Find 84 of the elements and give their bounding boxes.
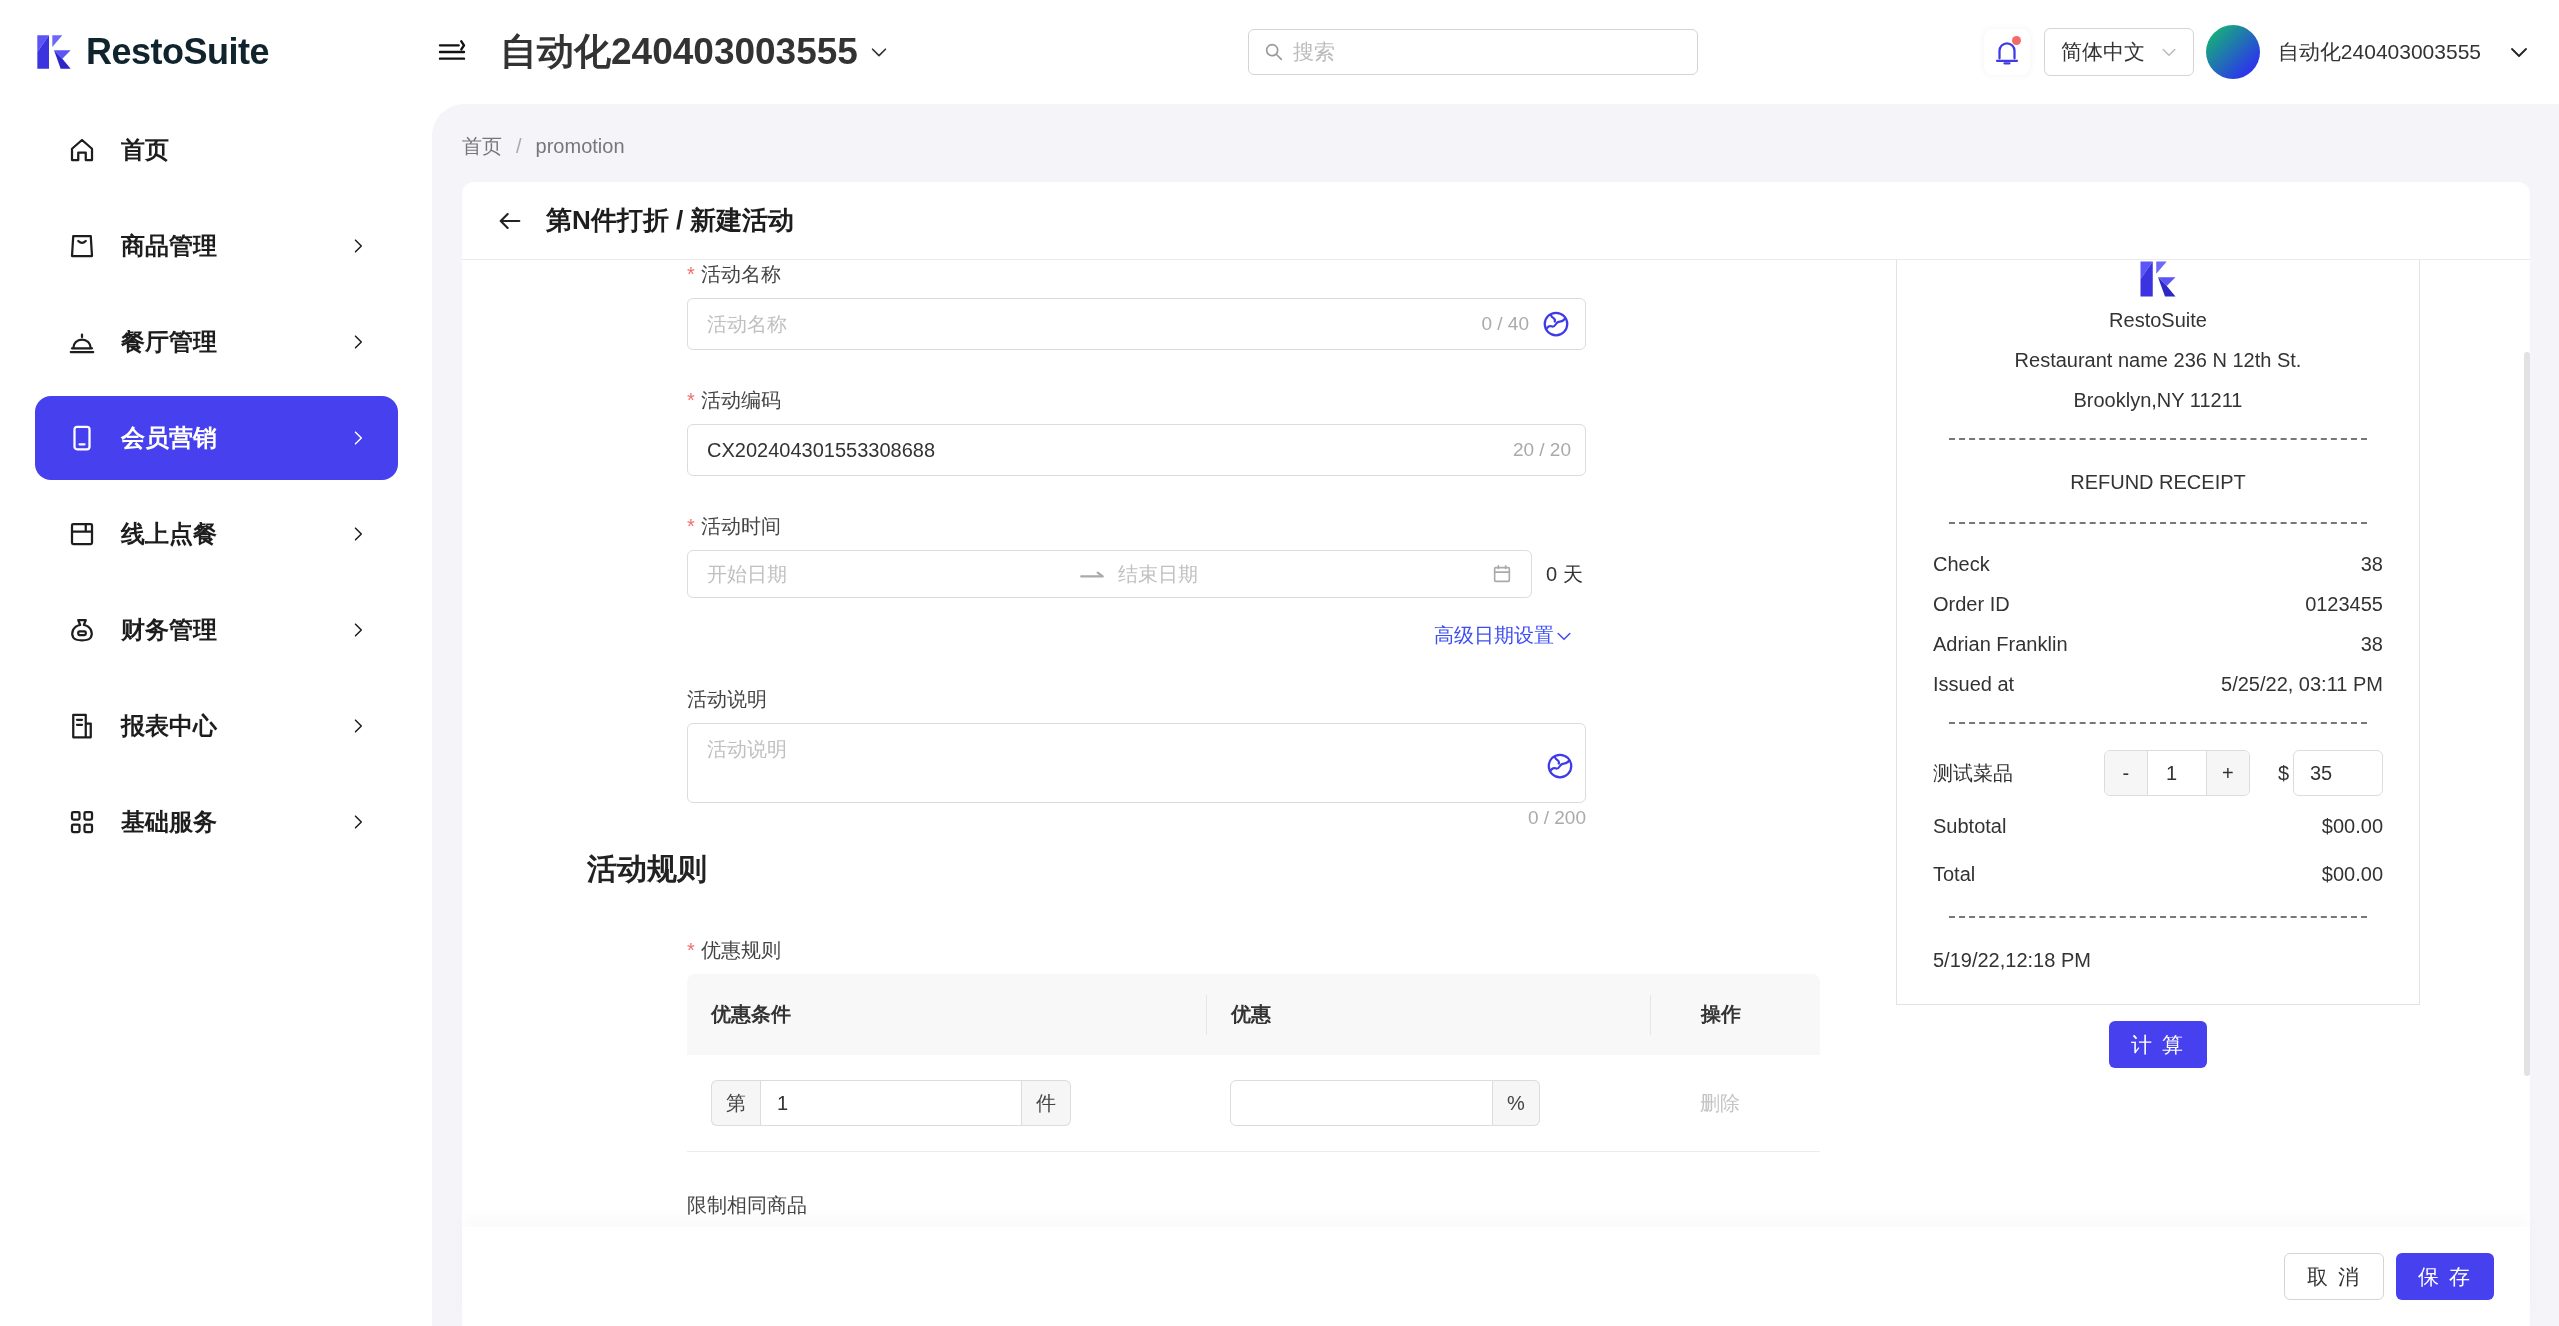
input-addon: 第 <box>711 1080 760 1126</box>
address-line: Restaurant name 236 N 12th St. <box>2013 348 2303 373</box>
receipt-value: 38 <box>2360 632 2383 657</box>
scrollbar[interactable] <box>2524 352 2530 1076</box>
receipt-value: 38 <box>2360 552 2383 577</box>
decrement-button[interactable]: - <box>2104 751 2147 795</box>
receipt-label: Check <box>1933 552 1990 577</box>
date-range-field[interactable]: 开始日期 结束日期 <box>687 550 1532 598</box>
field-label: 活动名称 <box>700 262 781 287</box>
char-counter: 20 / 20 <box>1512 439 1571 461</box>
increment-button[interactable]: + <box>2206 751 2249 795</box>
calendar-icon <box>1491 563 1513 585</box>
discount-field[interactable] <box>1230 1080 1493 1126</box>
breadcrumb-item: promotion <box>535 134 625 158</box>
day-count: 0 天 <box>1546 561 1583 587</box>
sidebar-item[interactable]: 财务管理 <box>35 588 398 672</box>
globe-icon[interactable] <box>1545 751 1575 781</box>
item-name: 测试菜品 <box>1933 761 2013 786</box>
search-field[interactable]: 搜索 <box>1248 29 1698 75</box>
description-field[interactable]: 活动说明 <box>687 723 1586 803</box>
sidebar-item[interactable]: 会员营销 <box>35 396 398 480</box>
receipt-label: Subtotal <box>1933 814 2007 839</box>
field-label: 优惠规则 <box>700 938 781 963</box>
receipt-time: 5/19/22,12:18 PM <box>1933 948 2092 973</box>
globe-icon[interactable] <box>1541 309 1571 339</box>
sidebar-item[interactable]: 商品管理 <box>35 204 398 288</box>
breadcrumb-item[interactable]: 首页 <box>462 132 502 160</box>
quantity-field[interactable]: 1 <box>2146 751 2207 795</box>
sidebar-item[interactable]: 基础服务 <box>35 780 398 864</box>
input-addon: % <box>1493 1080 1540 1126</box>
end-date-input[interactable]: 结束日期 <box>1116 561 1479 587</box>
sidebar-item[interactable]: 餐厅管理 <box>35 300 398 384</box>
calculate-button[interactable]: 计 算 <box>2109 1021 2207 1068</box>
text-input[interactable]: CX202404301553308688 <box>705 437 1501 463</box>
text-field[interactable]: CX202404301553308688 20 / 20 <box>687 424 1586 476</box>
search-icon <box>1263 41 1285 63</box>
receipt-value: 5/25/22, 03:11 PM <box>2221 672 2383 697</box>
breadcrumb-separator: / <box>516 134 522 158</box>
save-button[interactable]: 保 存 <box>2396 1253 2494 1300</box>
avatar[interactable] <box>2205 25 2260 79</box>
quantity-stepper[interactable]: - 1 + <box>2103 750 2250 796</box>
text-input[interactable]: 活动名称 <box>705 311 1470 337</box>
store-switcher[interactable]: 自动化240403003555 <box>500 27 890 77</box>
receipt-title: REFUND RECEIPT <box>2069 470 2247 495</box>
start-date-input[interactable]: 开始日期 <box>705 561 1068 587</box>
receipt-label: Order ID <box>1933 592 2010 617</box>
receipt-value: $00.00 <box>2321 862 2383 887</box>
required-mark: * <box>687 514 695 539</box>
receipt-value: 0123455 <box>2305 592 2383 617</box>
column-header: 优惠条件 <box>711 1002 791 1027</box>
currency-sign: $ <box>2277 761 2289 786</box>
required-mark: * <box>687 388 695 413</box>
section-title: 活动规则 <box>587 851 708 887</box>
column-header: 优惠 <box>1231 1002 1271 1027</box>
receipt-value: $00.00 <box>2321 814 2383 839</box>
char-counter: 0 / 40 <box>1481 313 1529 335</box>
user-name[interactable]: 自动化240403003555 <box>2277 38 2481 66</box>
required-mark: * <box>687 262 695 287</box>
field-label: 活动编码 <box>700 388 781 413</box>
column-header: 操作 <box>1701 1002 1741 1027</box>
brand-name: RestoSuite <box>86 31 270 73</box>
field-label: 活动说明 <box>687 687 767 712</box>
required-mark: * <box>687 938 695 963</box>
price-field[interactable]: 35 <box>2293 750 2383 796</box>
sidebar-item[interactable]: 报表中心 <box>35 684 398 768</box>
receipt-brand: RestoSuite <box>2108 308 2208 333</box>
notification-button[interactable] <box>1983 29 2030 75</box>
logo-icon <box>34 32 74 72</box>
sidebar-item[interactable]: 首页 <box>35 108 398 192</box>
page-title: 第N件打折 / 新建活动 <box>546 204 795 237</box>
advanced-date-link[interactable]: 高级日期设置 <box>1434 622 1574 649</box>
input-addon: 件 <box>1022 1080 1071 1126</box>
char-counter: 0 / 200 <box>1527 807 1586 829</box>
cancel-button[interactable]: 取 消 <box>2284 1253 2385 1300</box>
address-line: Brooklyn,NY 11211 <box>2072 388 2244 413</box>
text-input[interactable]: 活动说明 <box>705 734 1545 796</box>
quantity-field[interactable]: 1 <box>760 1080 1022 1126</box>
field-label: 活动时间 <box>700 514 781 539</box>
field-label: 限制相同商品 <box>687 1194 807 1216</box>
receipt-label: Adrian Franklin <box>1933 632 2068 657</box>
receipt-label: Total <box>1933 862 1976 887</box>
language-select[interactable]: 简体中文 <box>2043 28 2194 76</box>
receipt-label: Issued at <box>1933 672 2015 697</box>
sidebar-item[interactable]: 线上点餐 <box>35 492 398 576</box>
